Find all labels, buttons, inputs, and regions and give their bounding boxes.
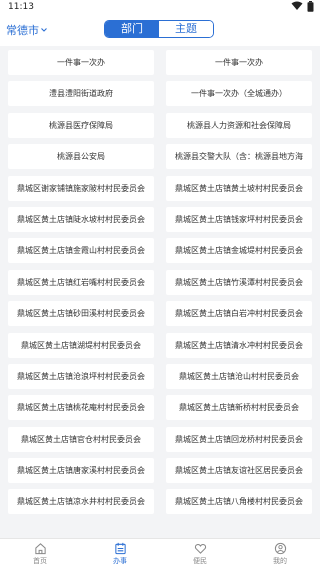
department-item[interactable]: 鼎城区黄土店镇八角楼村村民委员会 bbox=[166, 489, 312, 515]
department-item[interactable]: 鼎城区黄土店镇钱家坪村村民委员会 bbox=[166, 206, 312, 232]
profile-icon bbox=[274, 542, 286, 555]
department-item[interactable]: 一件事一次办（全城通办） bbox=[166, 81, 312, 107]
department-item[interactable]: 鼎城区黄土店镇桃花庵村村民委员会 bbox=[8, 395, 154, 421]
segment-control: 部门 主题 bbox=[104, 20, 214, 38]
tab-home-label: 首页 bbox=[33, 557, 47, 565]
chevron-down-icon bbox=[41, 28, 47, 32]
tab-home[interactable]: 首页 bbox=[0, 539, 80, 569]
tab-service[interactable]: 办事 bbox=[80, 539, 160, 569]
tab-service-label: 办事 bbox=[113, 557, 127, 565]
tab-convenience-label: 便民 bbox=[193, 557, 207, 565]
department-item[interactable]: 鼎城区黄土店镇友谊社区居民委员会 bbox=[166, 458, 312, 484]
department-item[interactable]: 鼎城区黄土店镇陡水坡村村民委员会 bbox=[8, 206, 154, 232]
home-icon bbox=[34, 543, 46, 555]
department-item[interactable]: 鼎城区黄土店镇沧浪坪村村民委员会 bbox=[8, 363, 154, 389]
department-item[interactable]: 桃源县交警大队（含：桃源县地方海 bbox=[166, 144, 312, 170]
header: 常德市 部门 主题 bbox=[0, 14, 320, 46]
department-item[interactable]: 鼎城区黄土店镇金城堤村村民委员会 bbox=[166, 238, 312, 264]
department-item[interactable]: 鼎城区黄土店镇竹溪潭村村民委员会 bbox=[166, 269, 312, 295]
department-item[interactable]: 鼎城区黄土店镇新桥村村民委员会 bbox=[166, 395, 312, 421]
department-item[interactable]: 鼎城区黄土店镇砂田溪村村民委员会 bbox=[8, 301, 154, 327]
department-item[interactable]: 桃源县人力资源和社会保障局 bbox=[166, 112, 312, 138]
department-item[interactable]: 鼎城区黄土店镇红岩嘴村村民委员会 bbox=[8, 269, 154, 295]
tab-convenience[interactable]: 便民 bbox=[160, 539, 240, 569]
department-item[interactable]: 鼎城区黄土店镇沧山村村民委员会 bbox=[166, 363, 312, 389]
service-icon bbox=[114, 542, 126, 555]
tab-mine[interactable]: 我的 bbox=[240, 539, 320, 569]
department-item[interactable]: 鼎城区黄土店镇唐家溪村村民委员会 bbox=[8, 458, 154, 484]
heart-icon bbox=[194, 543, 206, 554]
tab-mine-label: 我的 bbox=[273, 557, 287, 565]
city-label: 常德市 bbox=[6, 24, 39, 37]
status-time: 11:13 bbox=[8, 2, 34, 12]
bottom-tab-bar: 首页 办事 便民 我的 bbox=[0, 538, 320, 569]
department-grid: 一件事一次办 一件事一次办 澧县澧阳街道政府 一件事一次办（全城通办） 桃源县医疗保障局… bbox=[8, 50, 312, 530]
wifi-icon bbox=[291, 1, 303, 10]
segment-department[interactable]: 部门 bbox=[105, 21, 159, 37]
city-selector[interactable]: 常德市 bbox=[6, 22, 48, 38]
status-bar: 11:13 bbox=[0, 0, 320, 14]
department-item[interactable]: 一件事一次办 bbox=[8, 50, 154, 75]
segment-theme[interactable]: 主题 bbox=[159, 21, 213, 37]
department-item[interactable]: 一件事一次办 bbox=[166, 50, 312, 75]
department-item[interactable]: 桃源县医疗保障局 bbox=[8, 112, 154, 138]
department-item[interactable]: 鼎城区黄土店镇官仓村村民委员会 bbox=[8, 426, 154, 452]
department-item[interactable]: 鼎城区黄土店镇白岩冲村村民委员会 bbox=[166, 301, 312, 327]
department-item[interactable]: 澧县澧阳街道政府 bbox=[8, 81, 154, 107]
department-item[interactable]: 鼎城区黄土店镇清水冲村村民委员会 bbox=[166, 332, 312, 358]
status-icons bbox=[291, 1, 314, 12]
department-item[interactable]: 鼎城区黄土店镇金霞山村村民委员会 bbox=[8, 238, 154, 264]
department-item[interactable]: 鼎城区黄土店镇黄土坡村村民委员会 bbox=[166, 175, 312, 201]
department-item[interactable]: 鼎城区谢家铺镇施家陂村村民委员会 bbox=[8, 175, 154, 201]
department-item[interactable]: 鼎城区黄土店镇凉水井村村民委员会 bbox=[8, 489, 154, 515]
department-item[interactable]: 桃源县公安局 bbox=[8, 144, 154, 170]
department-item[interactable]: 鼎城区黄土店镇湖堤村村民委员会 bbox=[8, 332, 154, 358]
battery-icon bbox=[307, 1, 314, 12]
department-item[interactable]: 鼎城区黄土店镇回龙桥村村民委员会 bbox=[166, 426, 312, 452]
